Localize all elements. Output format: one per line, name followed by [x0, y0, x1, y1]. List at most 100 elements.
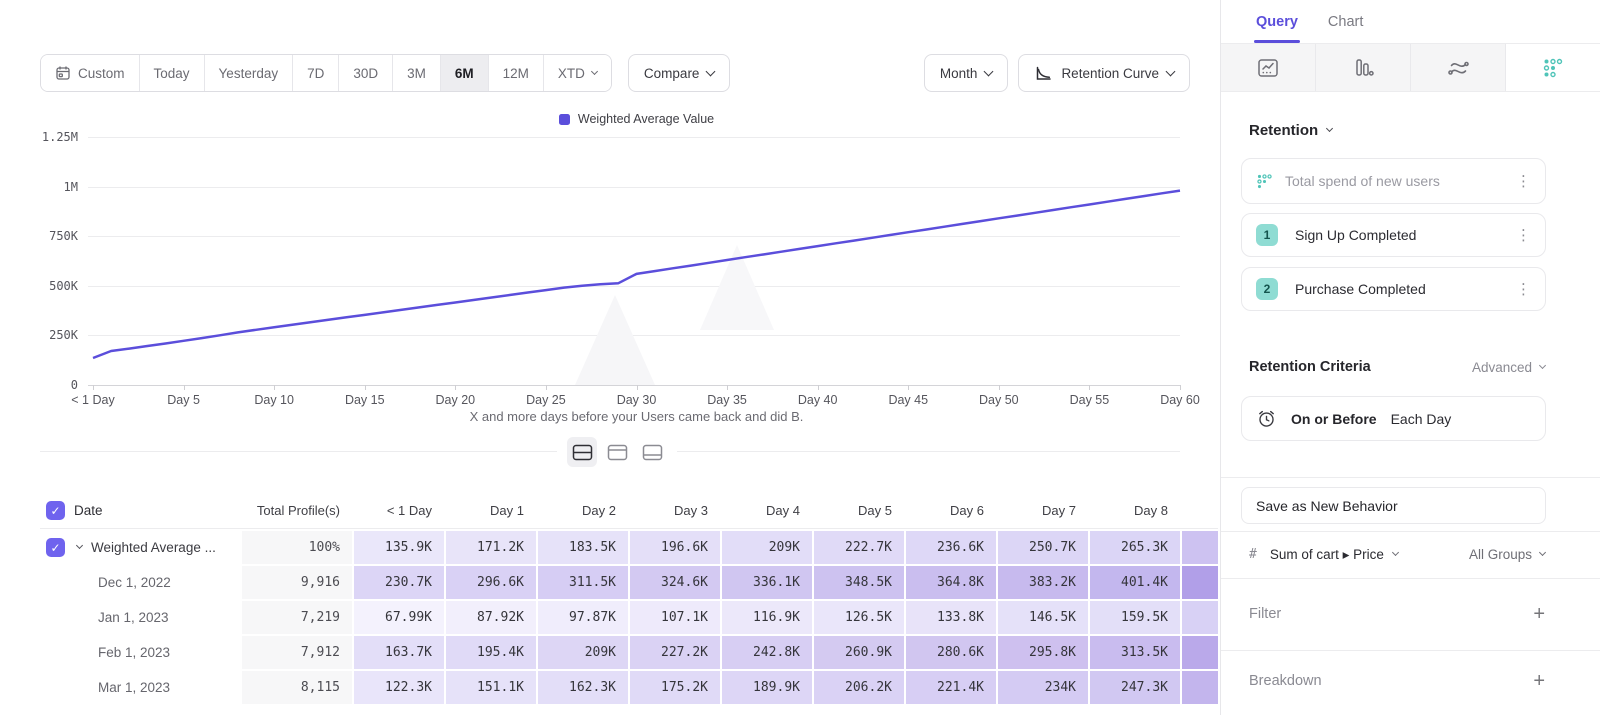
chevron-down-icon — [706, 66, 716, 76]
line-chart-icon[interactable] — [1221, 44, 1316, 91]
alarm-clock-icon — [1256, 408, 1277, 429]
query-sidebar: Query Chart — [1220, 0, 1600, 715]
partial-value-cell — [1182, 566, 1218, 599]
sidebar-tabs: Query Chart — [1221, 0, 1600, 44]
x-axis-tick-label: Day 55 — [1070, 393, 1110, 407]
row-label-cell: Dec 1, 2022 — [40, 566, 240, 599]
range-30d[interactable]: 30D — [339, 55, 393, 91]
table-row[interactable]: ✓Weighted Average ...100%135.9K171.2K183… — [40, 531, 1218, 564]
range-7d[interactable]: 7D — [293, 55, 339, 91]
event-card-2[interactable]: 2 Purchase Completed ⋮ — [1241, 267, 1546, 311]
chart-controls: Month Retention Curve — [924, 54, 1190, 92]
chart-style-button[interactable]: Retention Curve — [1018, 54, 1190, 92]
value-cell: 247.3K — [1090, 671, 1180, 704]
value-cell: 189.9K — [722, 671, 812, 704]
value-cell: 313.5K — [1090, 636, 1180, 669]
value-cell: 401.4K — [1090, 566, 1180, 599]
behavior-title: Total spend of new users — [1285, 173, 1440, 189]
flow-icon[interactable] — [1411, 44, 1506, 91]
measure-label: Sum of cart ▸ Price — [1270, 547, 1384, 563]
chevron-down-icon[interactable] — [76, 542, 83, 549]
compare-button[interactable]: Compare — [628, 54, 731, 92]
calendar-icon — [55, 65, 71, 81]
tab-chart[interactable]: Chart — [1328, 0, 1363, 43]
granularity-button[interactable]: Month — [924, 54, 1009, 92]
kebab-menu-icon[interactable]: ⋮ — [1516, 226, 1531, 244]
behavior-card[interactable]: Total spend of new users ⋮ — [1241, 158, 1546, 204]
value-cell: 221.4K — [906, 671, 996, 704]
range-label: Yesterday — [219, 66, 279, 81]
advanced-dropdown[interactable]: Advanced — [1472, 360, 1545, 375]
retention-section-dropdown[interactable]: Retention — [1249, 122, 1332, 139]
value-cell: 133.8K — [906, 601, 996, 634]
retention-chart[interactable]: 1.25M1M750K500K250K0< 1 DayDay 5Day 10Da… — [0, 137, 1220, 437]
value-cell: 250.7K — [998, 531, 1088, 564]
table-row[interactable]: Jan 1, 20237,21967.99K87.92K97.87K107.1K… — [40, 601, 1218, 634]
range-xtd[interactable]: XTD — [544, 55, 611, 91]
kebab-menu-icon[interactable]: ⋮ — [1516, 280, 1531, 298]
retention-analysis-app: Custom Today Yesterday 7D30D3M6M12MXTD Comp… — [0, 0, 1600, 715]
chart-legend[interactable]: Weighted Average Value — [93, 112, 1180, 126]
add-breakdown-button[interactable]: + — [1533, 671, 1545, 691]
weighted-average-line[interactable] — [93, 191, 1180, 358]
row-label-cell: Mar 1, 2023 — [40, 671, 240, 704]
partial-value-cell — [1182, 531, 1218, 564]
event-label: Purchase Completed — [1290, 281, 1426, 297]
breakdown-label: Breakdown — [1249, 673, 1322, 689]
header-day-cell: Day 1 — [446, 493, 536, 528]
value-cell: 265.3K — [1090, 531, 1180, 564]
layout-split-horizontal-icon[interactable] — [567, 437, 597, 467]
value-cell: 67.99K — [354, 601, 444, 634]
table-body: ✓Weighted Average ...100%135.9K171.2K183… — [40, 531, 1218, 704]
table-row[interactable]: Mar 1, 20238,115122.3K151.1K162.3K175.2K… — [40, 671, 1218, 704]
select-all-checkbox[interactable]: ✓ — [46, 501, 65, 520]
header-day-cell: Day 2 — [538, 493, 628, 528]
timing-card[interactable]: On or Before Each Day — [1241, 396, 1546, 441]
layout-header-top-icon[interactable] — [602, 437, 632, 467]
range-label: Custom — [78, 66, 125, 81]
range-custom[interactable]: Custom — [41, 55, 140, 91]
x-axis-tick-label: Day 60 — [1160, 393, 1200, 407]
y-axis-tick-label: 750K — [26, 229, 78, 243]
partial-value-cell — [1182, 601, 1218, 634]
kebab-menu-icon[interactable]: ⋮ — [1516, 172, 1531, 190]
x-axis-tick-label: Day 5 — [167, 393, 200, 407]
bar-chart-icon[interactable] — [1316, 44, 1411, 91]
x-axis-tick-label: Day 30 — [617, 393, 657, 407]
chevron-down-icon — [1166, 66, 1176, 76]
event-card-1[interactable]: 1 Sign Up Completed ⋮ — [1241, 213, 1546, 257]
retention-criteria-row: Retention Criteria Advanced — [1249, 355, 1545, 379]
row-checkbox[interactable]: ✓ — [46, 538, 65, 557]
row-label: Weighted Average ... — [91, 540, 216, 555]
breakdown-row: Breakdown + — [1249, 650, 1545, 712]
retention-table: ✓DateTotal Profile(s)< 1 DayDay 1Day 2Da… — [40, 493, 1218, 704]
value-cell: 183.5K — [538, 531, 628, 564]
value-cell: 209K — [722, 531, 812, 564]
tab-query[interactable]: Query — [1256, 0, 1298, 43]
event-index-badge: 1 — [1256, 224, 1278, 246]
range-today[interactable]: Today — [140, 55, 205, 91]
value-cell: 151.1K — [446, 671, 536, 704]
y-axis-tick-label: 500K — [26, 279, 78, 293]
date-range-selector: Custom Today Yesterday 7D30D3M6M12MXTD — [40, 54, 612, 92]
range-12m[interactable]: 12M — [489, 55, 544, 91]
number-type-icon: # — [1249, 547, 1257, 562]
table-row[interactable]: Feb 1, 20237,912163.7K195.4K209K227.2K24… — [40, 636, 1218, 669]
retention-grid-icon[interactable] — [1506, 44, 1600, 91]
table-row[interactable]: Dec 1, 20229,916230.7K296.6K311.5K324.6K… — [40, 566, 1218, 599]
x-axis-tick-label: Day 10 — [254, 393, 294, 407]
total-profiles-cell: 100% — [242, 531, 352, 564]
event-label: Sign Up Completed — [1290, 227, 1416, 243]
save-behavior-button[interactable]: Save as New Behavior — [1241, 487, 1546, 524]
add-filter-button[interactable]: + — [1533, 604, 1545, 624]
range-yesterday[interactable]: Yesterday — [205, 55, 294, 91]
value-cell: 296.6K — [446, 566, 536, 599]
measure-dropdown[interactable]: Sum of cart ▸ Price — [1270, 547, 1398, 563]
advanced-label: Advanced — [1472, 360, 1532, 375]
range-6m[interactable]: 6M — [441, 55, 489, 91]
row-label-cell: ✓ Weighted Average ... — [40, 531, 240, 564]
value-cell: 383.2K — [998, 566, 1088, 599]
range-3m[interactable]: 3M — [393, 55, 441, 91]
groups-dropdown[interactable]: All Groups — [1469, 547, 1545, 562]
layout-footer-bottom-icon[interactable] — [637, 437, 667, 467]
